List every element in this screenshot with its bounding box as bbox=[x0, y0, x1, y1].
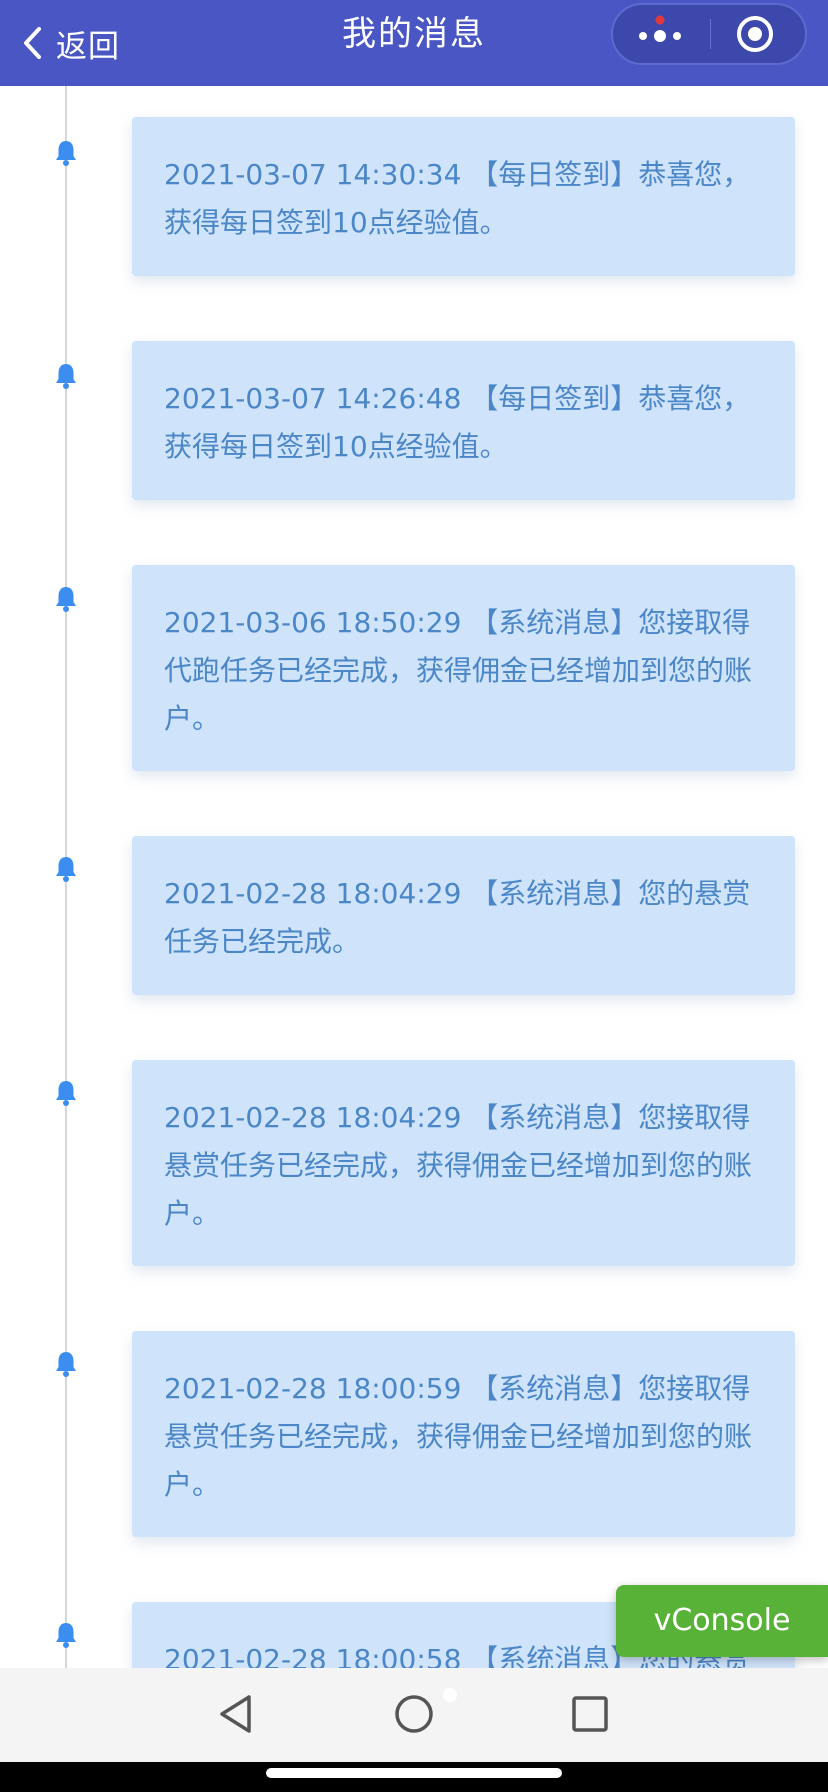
message-card[interactable]: 2021-02-28 18:04:29 【系统消息】您接取得悬赏任务已经完成，获… bbox=[132, 1060, 795, 1266]
message-text: 2021-03-07 14:30:34 【每日签到】恭喜您，获得每日签到10点经… bbox=[164, 158, 751, 239]
system-back-button[interactable] bbox=[202, 1682, 272, 1746]
bell-icon bbox=[56, 1081, 76, 1106]
message-card[interactable]: 2021-03-07 14:30:34 【每日签到】恭喜您，获得每日签到10点经… bbox=[132, 117, 795, 276]
screen: 返回 我的消息 2021-03-07 14:30:34 【每日签到】恭喜您，获得… bbox=[0, 0, 828, 1792]
bell-icon bbox=[56, 1352, 76, 1377]
triangle-back-icon bbox=[220, 1695, 251, 1733]
system-navigation-bar bbox=[0, 1668, 828, 1762]
top-navigation-bar: 返回 我的消息 bbox=[0, 0, 828, 86]
system-recents-button[interactable] bbox=[555, 1682, 625, 1746]
bell-icon bbox=[56, 141, 76, 166]
message-text: 2021-02-28 18:04:29 【系统消息】您的悬赏任务已经完成。 bbox=[164, 877, 751, 958]
message-timeline[interactable]: 2021-03-07 14:30:34 【每日签到】恭喜您，获得每日签到10点经… bbox=[0, 86, 828, 1668]
message-card[interactable]: 2021-03-06 18:50:29 【系统消息】您接取得代跑任务已经完成，获… bbox=[132, 565, 795, 771]
message-text: 2021-03-06 18:50:29 【系统消息】您接取得代跑任务已经完成，获… bbox=[164, 606, 753, 735]
circle-home-icon bbox=[395, 1695, 433, 1733]
vconsole-button[interactable]: vConsole bbox=[616, 1585, 828, 1657]
bell-icon bbox=[56, 587, 76, 612]
message-card[interactable]: 2021-03-07 14:26:48 【每日签到】恭喜您，获得每日签到10点经… bbox=[132, 341, 795, 500]
message-card[interactable]: 2021-02-28 18:04:29 【系统消息】您的悬赏任务已经完成。 bbox=[132, 836, 795, 995]
square-recents-icon bbox=[572, 1696, 608, 1732]
message-text: 2021-03-07 14:26:48 【每日签到】恭喜您，获得每日签到10点经… bbox=[164, 382, 751, 463]
home-indicator[interactable] bbox=[266, 1768, 562, 1778]
bell-icon bbox=[56, 364, 76, 389]
message-text: 2021-02-28 18:04:29 【系统消息】您接取得悬赏任务已经完成，获… bbox=[164, 1101, 753, 1230]
message-card[interactable]: 2021-02-28 18:00:59 【系统消息】您接取得悬赏任务已经完成，获… bbox=[132, 1331, 795, 1537]
more-dots-icon bbox=[639, 15, 681, 42]
bell-icon bbox=[56, 857, 76, 882]
target-circle-icon bbox=[737, 16, 773, 52]
capsule-more-button[interactable] bbox=[613, 5, 709, 63]
home-indicator-area bbox=[0, 1762, 828, 1792]
message-text: 2021-02-28 18:00:59 【系统消息】您接取得悬赏任务已经完成，获… bbox=[164, 1372, 753, 1501]
mini-program-capsule bbox=[611, 3, 807, 65]
bell-icon bbox=[56, 1623, 76, 1648]
indicator-dot bbox=[443, 1688, 457, 1702]
system-home-button[interactable] bbox=[379, 1682, 449, 1746]
capsule-close-button[interactable] bbox=[711, 5, 805, 63]
